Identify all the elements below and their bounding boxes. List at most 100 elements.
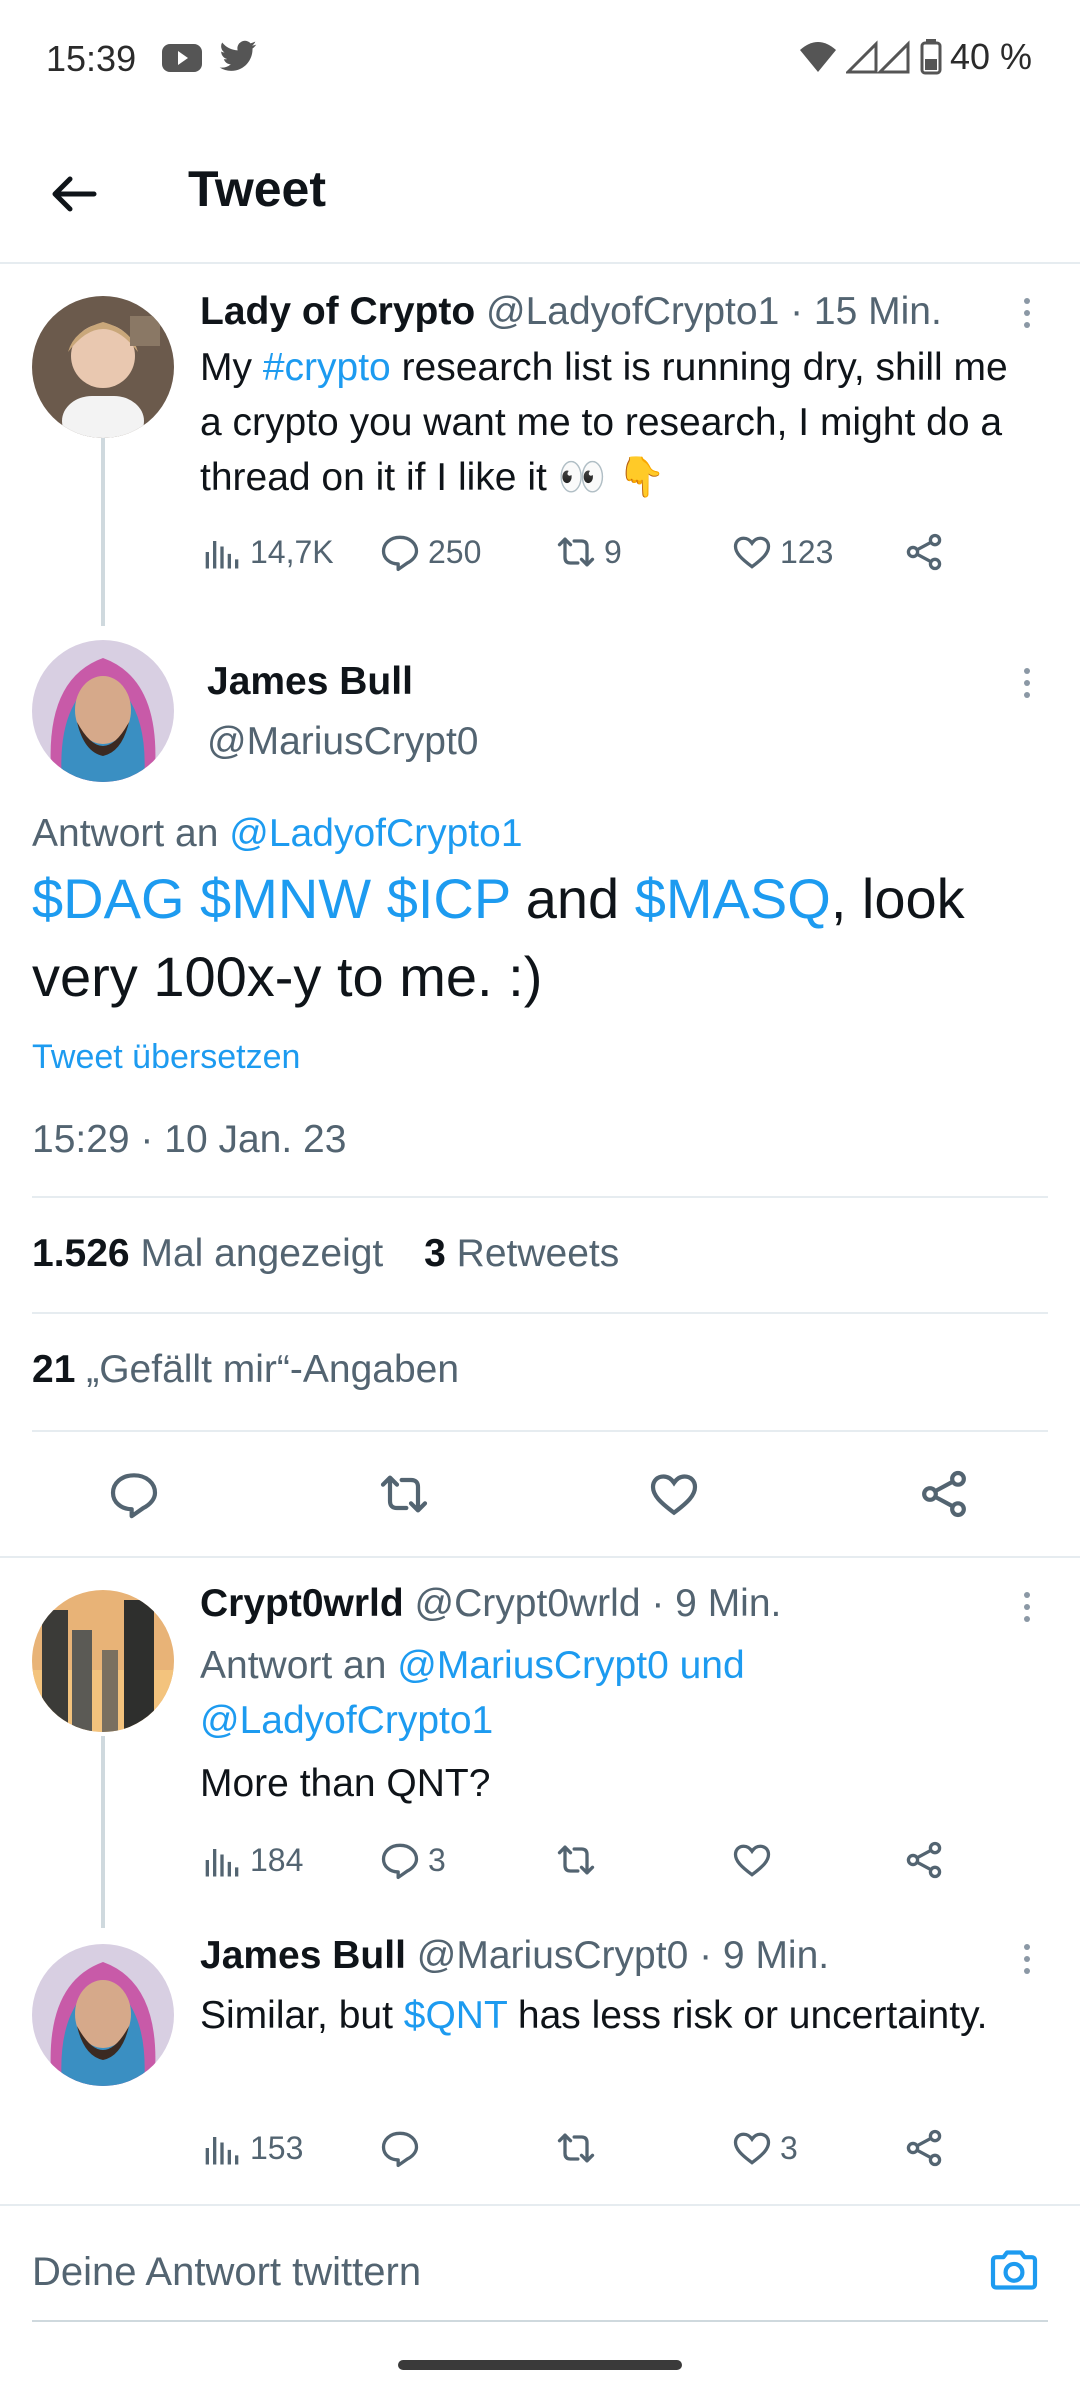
views-total: 1.526 xyxy=(32,1232,130,1275)
back-arrow-icon[interactable] xyxy=(44,164,104,224)
more-options-icon[interactable] xyxy=(1020,1940,1034,1980)
likes-total: 21 xyxy=(32,1348,76,1391)
retweet-button[interactable] xyxy=(376,1466,432,1522)
retweets-total[interactable]: 3 xyxy=(424,1232,446,1275)
heart-icon xyxy=(650,1474,698,1516)
tweet-text-part: Similar, but xyxy=(200,1994,404,2037)
thread-line xyxy=(101,436,105,626)
retweet-action[interactable]: 9 xyxy=(554,530,622,574)
tweet-text-part: and xyxy=(510,867,635,930)
avatar[interactable] xyxy=(32,296,174,438)
cashtag-link[interactable]: $MASQ xyxy=(635,867,831,930)
youtube-icon xyxy=(160,40,204,74)
engagement-stats: 1.526 Mal angezeigt 3 Retweets xyxy=(32,1232,619,1276)
share-action[interactable] xyxy=(902,1838,946,1882)
top-app-bar: Tweet xyxy=(0,130,1080,264)
avatar[interactable] xyxy=(32,640,174,782)
share-action[interactable] xyxy=(902,2126,946,2170)
views-action[interactable]: 14,7K xyxy=(200,530,334,574)
reply-action[interactable]: 3 xyxy=(378,1838,446,1882)
page-title: Tweet xyxy=(188,161,326,217)
camera-icon[interactable] xyxy=(986,2242,1042,2298)
views-action[interactable]: 184 xyxy=(200,1838,303,1882)
like-action[interactable]: 3 xyxy=(730,2126,798,2170)
compose-underline xyxy=(32,2320,1048,2322)
reply-to-link[interactable]: @LadyofCrypto1 xyxy=(229,812,522,855)
signal-icon xyxy=(845,40,912,74)
tweet-text-part: has less risk or uncertainty. xyxy=(507,1994,988,2037)
status-time: 15:39 xyxy=(46,38,137,79)
wifi-icon xyxy=(798,40,838,74)
cashtag-link[interactable]: $QNT xyxy=(404,1994,507,2037)
author-name[interactable]: Lady of Crypto xyxy=(200,290,475,333)
author-name[interactable]: Crypt0wrld xyxy=(200,1582,404,1625)
avatar[interactable] xyxy=(32,1944,174,2086)
author-name[interactable]: James Bull xyxy=(200,1934,406,1977)
reply-context: Antwort an @LadyofCrypto1 xyxy=(32,812,523,856)
reply-compose-input[interactable]: Deine Antwort twittern xyxy=(32,2250,421,2295)
reply-action[interactable]: 250 xyxy=(378,530,481,574)
retweet-action[interactable] xyxy=(554,2126,604,2170)
likes-count: 3 xyxy=(780,2129,798,2166)
cashtag-links[interactable]: $DAG $MNW $ICP xyxy=(32,867,510,930)
more-options-icon[interactable] xyxy=(1020,664,1034,704)
reply-action[interactable] xyxy=(378,2126,428,2170)
tweet-header: James Bull @MariusCrypt0 · 9 Min. xyxy=(200,1934,829,1978)
thread-line xyxy=(101,1736,105,1928)
views-icon xyxy=(205,2137,239,2165)
author-handle-time: @MariusCrypt0 · 9 Min. xyxy=(416,1934,830,1977)
divider xyxy=(0,2204,1080,2206)
heart-icon xyxy=(733,2132,771,2165)
views-icon xyxy=(205,541,239,569)
reply-button[interactable] xyxy=(106,1466,162,1522)
views-label: Mal angezeigt xyxy=(140,1232,384,1275)
retweet-icon xyxy=(557,537,595,567)
tweet-text-part: My xyxy=(200,346,263,389)
tweet-timestamp: 15:29 · 10 Jan. 23 xyxy=(32,1118,347,1161)
retweet-icon xyxy=(557,2133,595,2163)
divider xyxy=(32,1312,1048,1314)
like-action[interactable] xyxy=(730,1838,780,1882)
translate-link[interactable]: Tweet übersetzen xyxy=(32,1038,300,1077)
author-handle[interactable]: @MariusCrypt0 xyxy=(207,720,478,764)
retweet-icon xyxy=(557,1845,595,1875)
status-bar: 15:39 40 % xyxy=(0,0,1080,120)
divider xyxy=(0,1556,1080,1558)
twitter-icon xyxy=(218,40,258,74)
likes-stats[interactable]: 21 „Gefällt mir“-Angaben xyxy=(32,1348,459,1392)
reply-icon xyxy=(381,535,419,572)
reply-context: Antwort an @MariusCrypt0 und @LadyofCryp… xyxy=(200,1638,960,1748)
reply-to-label: Antwort an xyxy=(32,812,230,855)
divider xyxy=(32,1196,1048,1198)
share-icon xyxy=(906,1841,942,1879)
share-action[interactable] xyxy=(902,530,946,574)
share-button[interactable] xyxy=(916,1466,972,1522)
reply-icon xyxy=(110,1473,158,1519)
retweets-count: 9 xyxy=(604,533,622,570)
gesture-nav-handle[interactable] xyxy=(398,2360,682,2370)
main-tweet-text: $DAG $MNW $ICP and $MASQ, look very 100x… xyxy=(32,860,1052,1016)
reply-to-label: Antwort an xyxy=(200,1644,398,1687)
heart-icon xyxy=(733,536,771,569)
tweet-text: My #crypto research list is running dry,… xyxy=(200,340,1040,505)
likes-count: 123 xyxy=(780,533,834,570)
retweet-icon xyxy=(380,1475,428,1513)
author-name[interactable]: James Bull xyxy=(207,660,413,703)
views-count: 153 xyxy=(250,2129,304,2166)
more-options-icon[interactable] xyxy=(1020,294,1034,334)
avatar[interactable] xyxy=(32,1590,174,1732)
views-action[interactable]: 153 xyxy=(200,2126,303,2170)
tweet-header: Lady of Crypto @LadyofCrypto1 · 15 Min. xyxy=(200,290,942,334)
views-count: 184 xyxy=(250,1841,304,1878)
reply-icon xyxy=(381,1843,419,1880)
like-button[interactable] xyxy=(646,1466,702,1522)
like-action[interactable]: 123 xyxy=(730,530,833,574)
more-options-icon[interactable] xyxy=(1020,1588,1034,1628)
reply-icon xyxy=(381,2131,419,2168)
share-icon xyxy=(906,533,942,571)
share-icon xyxy=(922,1470,966,1518)
retweets-label[interactable]: Retweets xyxy=(457,1232,620,1275)
tweet-text: More than QNT? xyxy=(200,1762,491,1805)
retweet-action[interactable] xyxy=(554,1838,604,1882)
hashtag-link[interactable]: #crypto xyxy=(263,346,391,389)
